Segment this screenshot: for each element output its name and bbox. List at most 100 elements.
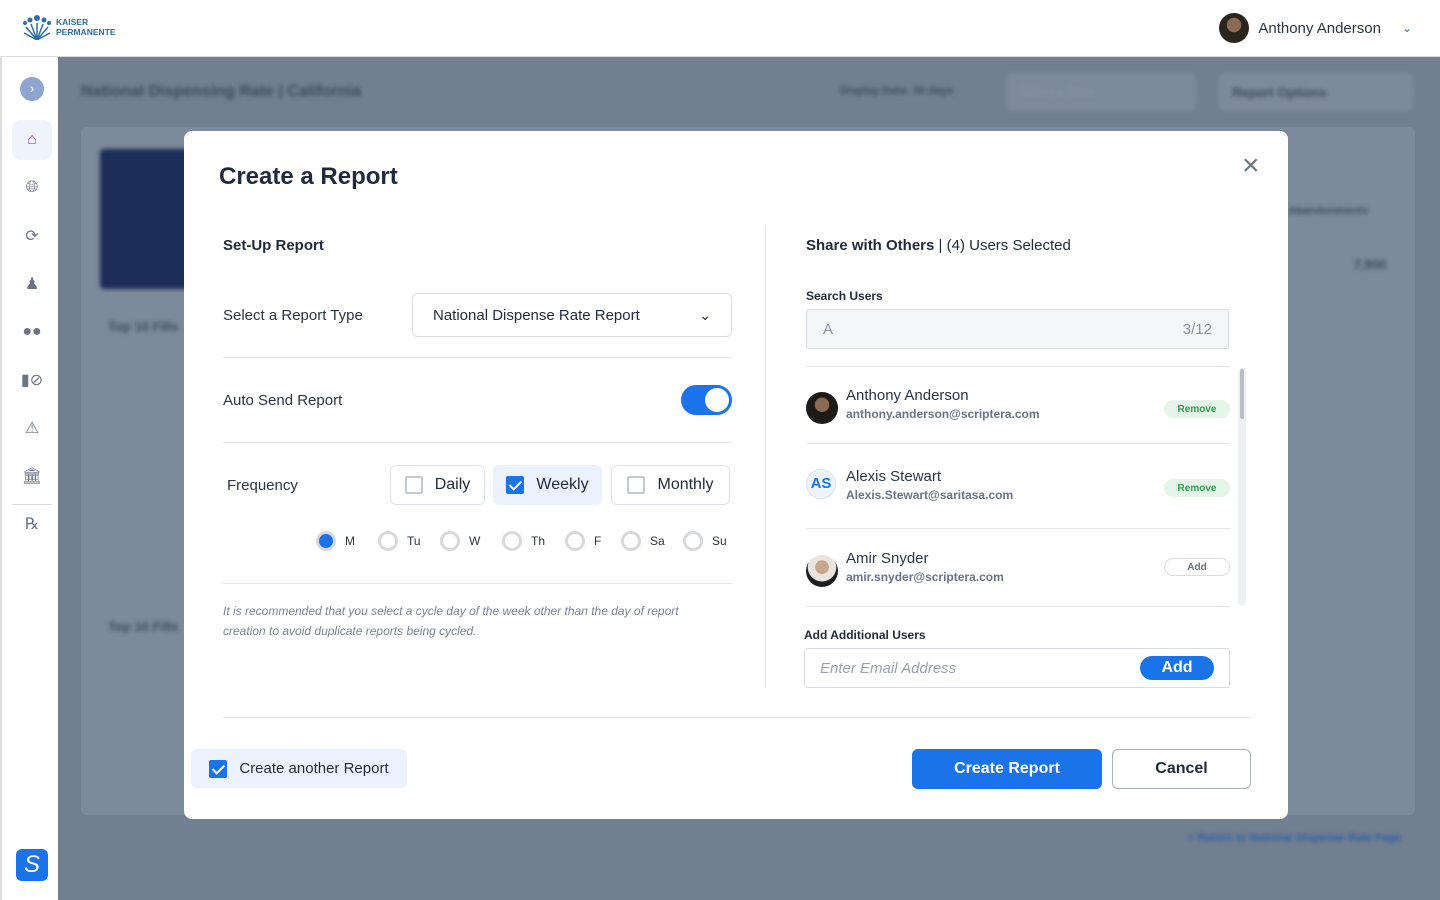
setup-heading: Set-Up Report (223, 237, 324, 254)
user-menu[interactable]: Anthony Anderson ⌄ (1219, 13, 1412, 43)
day-radio-m[interactable]: M (316, 531, 355, 551)
avatar (1219, 13, 1250, 43)
pills-icon: ●● (22, 323, 42, 340)
day-radio-th[interactable]: Th (502, 531, 545, 551)
users-selected-count: (4) Users Selected (946, 237, 1071, 254)
report-type-select[interactable]: National Dispense Rate Report ⌄ (412, 293, 732, 337)
checkbox-checked (209, 759, 228, 778)
email-placeholder: Enter Email Address (820, 660, 957, 677)
divider (806, 443, 1230, 444)
no-pills-icon: ▮⊘ (20, 372, 44, 389)
email-input[interactable]: Enter Email Address Add (804, 648, 1230, 688)
value-cell: 7,800 (1354, 257, 1387, 272)
sidebar-item-institution[interactable]: 🏛︎ (12, 456, 52, 496)
remove-user-button[interactable]: Remove (1164, 400, 1230, 418)
user-email: Alexis.Stewart@saritasa.com (846, 488, 1014, 502)
top-bar: KAISER PERMANENTE Anthony Anderson ⌄ (0, 0, 1440, 57)
sidebar: › ⌂ 🌐︎ ⟳ ♟ ●● ▮⊘ ⚠︎ 🏛︎ ℞ S (0, 57, 58, 900)
sidebar-item-no-pills[interactable]: ▮⊘ (12, 360, 52, 400)
day-radio-tu[interactable]: Tu (378, 531, 421, 551)
create-another-checkbox[interactable]: Create another Report (191, 749, 407, 788)
sidebar-item-alert[interactable]: ⚠︎ (12, 408, 52, 448)
page-title: National Dispensing Rate | California (81, 83, 362, 100)
sidebar-item-home[interactable]: ⌂ (12, 120, 52, 160)
day-radio-sa[interactable]: Sa (621, 531, 665, 551)
user-list-item: Anthony Anderson anthony.anderson@scripte… (806, 387, 1230, 437)
remove-user-button[interactable]: Remove (1164, 479, 1230, 497)
user-name: Anthony Anderson (846, 387, 969, 404)
divider (806, 528, 1230, 529)
user-name: Anthony Anderson (1258, 19, 1381, 37)
doctor-icon: ♟ (24, 276, 40, 293)
sidebar-item-refresh[interactable]: ⟳ (12, 216, 52, 256)
auto-send-label: Auto Send Report (223, 392, 343, 409)
column-header: Abandonments (1288, 205, 1369, 217)
auto-send-toggle[interactable] (681, 385, 732, 415)
avatar (806, 392, 838, 424)
frequency-label-weekly: Weekly (536, 476, 589, 493)
avatar (806, 555, 838, 587)
state-select[interactable]: Select a State (1006, 73, 1196, 111)
display-data-filter[interactable]: Display Data: 30 days (840, 85, 953, 97)
user-email: anthony.anderson@scriptera.com (846, 407, 1040, 421)
user-email: amir.snyder@scriptera.com (846, 570, 1004, 584)
divider (223, 442, 732, 443)
list-title: Top 10 Fills (108, 319, 179, 334)
create-report-button[interactable]: Create Report (912, 749, 1102, 789)
user-name: Alexis Stewart (846, 468, 942, 485)
day-radio-w[interactable]: W (440, 531, 480, 551)
add-users-label: Add Additional Users (804, 628, 926, 642)
toggle-knob (705, 388, 729, 412)
divider (806, 606, 1230, 607)
refresh-icon: ⟳ (25, 228, 39, 245)
scrollbar-thumb[interactable] (1240, 369, 1244, 419)
divider (223, 357, 732, 358)
sidebar-item-rx[interactable]: ℞ (12, 504, 52, 544)
home-icon: ⌂ (27, 131, 37, 148)
kaiser-logo[interactable]: KAISER PERMANENTE (22, 14, 120, 40)
scriptera-app-button[interactable]: S (12, 845, 52, 885)
bell-alert-icon: ⚠︎ (24, 420, 40, 437)
share-heading: Share with Others | (4) Users Selected (806, 237, 1071, 254)
sidebar-item-doctor[interactable]: ♟ (12, 264, 52, 304)
report-options-select[interactable]: Report Options (1218, 73, 1413, 111)
divider (223, 717, 1251, 718)
frequency-label-monthly: Monthly (657, 476, 714, 493)
create-report-modal: Create a Report × Set-Up Report Select a… (184, 131, 1288, 819)
divider (806, 366, 1230, 367)
divider (223, 583, 732, 584)
bank-icon: 🏛︎ (21, 468, 43, 485)
cancel-button[interactable]: Cancel (1112, 749, 1251, 789)
search-users-label: Search Users (806, 289, 883, 303)
rx-icon: ℞ (24, 516, 40, 533)
report-type-label: Select a Report Type (223, 307, 363, 324)
modal-title: Create a Report (219, 163, 398, 190)
frequency-label: Frequency (227, 477, 298, 494)
sidebar-item-pills[interactable]: ●● (12, 312, 52, 352)
add-email-button[interactable]: Add (1140, 656, 1214, 680)
frequency-weekly[interactable]: Weekly (493, 465, 602, 505)
sidebar-item-globe[interactable]: 🌐︎ (12, 168, 52, 208)
search-users-input[interactable]: A 3/12 (806, 309, 1229, 349)
close-icon[interactable]: × (1242, 149, 1260, 183)
chevron-down-icon: ⌄ (699, 306, 711, 323)
create-another-label: Create another Report (239, 760, 389, 777)
return-link[interactable]: < Return to National Dispense Rate Page (1188, 832, 1401, 844)
expand-sidebar-button[interactable]: › (12, 69, 52, 109)
day-radio-f[interactable]: F (565, 531, 601, 551)
report-type-value: National Dispense Rate Report (433, 306, 640, 324)
checkbox (627, 476, 646, 494)
logo-text: KAISER PERMANENTE (56, 17, 116, 37)
frequency-monthly[interactable]: Monthly (611, 465, 730, 505)
scriptera-logo-icon: S (16, 849, 48, 881)
checkbox-checked (506, 476, 525, 494)
user-list-scrollbar[interactable] (1238, 368, 1246, 606)
user-name: Amir Snyder (846, 550, 929, 567)
frequency-daily[interactable]: Daily (390, 465, 485, 505)
chevron-down-icon: ⌄ (1401, 21, 1412, 35)
day-radio-su[interactable]: Su (683, 531, 727, 551)
add-user-button[interactable]: Add (1164, 558, 1230, 576)
frequency-label-daily: Daily (434, 476, 471, 493)
list2-title: Top 10 Fills (108, 619, 179, 634)
user-list-item: AS Alexis Stewart Alexis.Stewart@saritasa… (806, 468, 1230, 518)
